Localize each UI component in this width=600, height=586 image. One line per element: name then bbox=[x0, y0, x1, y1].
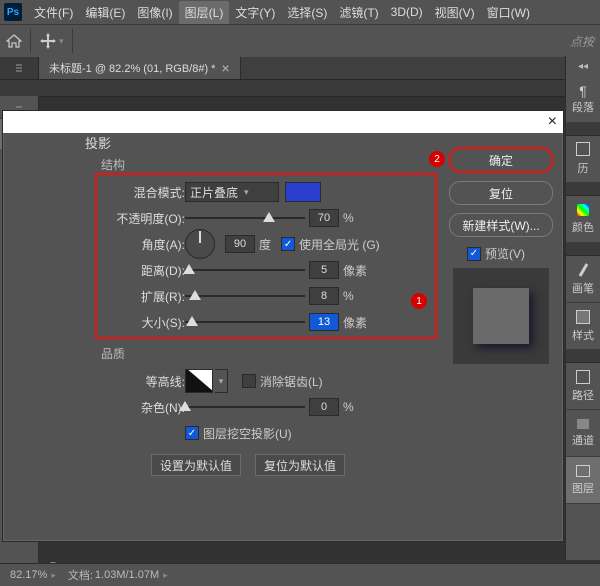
menu-filter[interactable]: 滤镜(T) bbox=[333, 1, 384, 24]
panel-styles[interactable]: 样式 bbox=[566, 303, 600, 350]
global-light-label: 使用全局光 (G) bbox=[299, 236, 380, 253]
distance-slider[interactable] bbox=[185, 263, 305, 277]
preview-checkbox[interactable]: ✓ bbox=[467, 247, 481, 261]
opacity-unit: % bbox=[343, 211, 354, 225]
doc-info-dropdown-icon[interactable]: ▸ bbox=[163, 570, 168, 581]
document-tab[interactable]: 未标题-1 @ 82.2% (01, RGB/8#) * × bbox=[39, 57, 241, 79]
options-bar: ▾ 点按 bbox=[0, 24, 600, 57]
antialias-label: 消除锯齿(L) bbox=[260, 373, 323, 390]
menu-select[interactable]: 选择(S) bbox=[281, 1, 333, 24]
panel-paths[interactable]: 路径 bbox=[566, 363, 600, 410]
panel-color[interactable]: 颜色 bbox=[566, 196, 600, 243]
spread-label: 扩展(R): bbox=[111, 288, 185, 305]
shadow-color-swatch[interactable] bbox=[285, 182, 321, 202]
panel-paragraph[interactable]: ¶段落 bbox=[566, 76, 600, 123]
home-icon[interactable] bbox=[6, 34, 22, 48]
ok-button[interactable]: 确定 bbox=[449, 147, 553, 173]
status-bar: 82.17% ▸ 文档: 1.03M/1.07M ▸ bbox=[0, 563, 600, 586]
distance-value[interactable]: 5 bbox=[309, 261, 339, 279]
new-style-button[interactable]: 新建样式(W)... bbox=[449, 213, 553, 237]
opacity-slider[interactable] bbox=[185, 211, 305, 225]
blend-mode-value: 正片叠底 bbox=[190, 184, 238, 201]
size-unit: 像素 bbox=[343, 314, 367, 331]
horizontal-ruler bbox=[0, 80, 600, 97]
menu-3d[interactable]: 3D(D) bbox=[385, 2, 429, 22]
right-panel-dock: ◂◂ ¶段落 历 颜色 画笔 样式 路径 通道 图层 bbox=[565, 56, 600, 560]
noise-unit: % bbox=[343, 400, 354, 414]
menu-type[interactable]: 文字(Y) bbox=[229, 1, 281, 24]
annotation-badge-1: 1 bbox=[411, 293, 427, 309]
reset-default-button[interactable]: 复位为默认值 bbox=[255, 454, 345, 476]
noise-label: 杂色(N): bbox=[111, 399, 185, 416]
contour-dropdown[interactable]: ▾ bbox=[215, 369, 228, 393]
panel-history[interactable]: 历 bbox=[566, 136, 600, 183]
menu-view[interactable]: 视图(V) bbox=[429, 1, 481, 24]
menu-file[interactable]: 文件(F) bbox=[28, 1, 79, 24]
doc-size: 1.03M/1.07M bbox=[95, 569, 159, 581]
panel-layers[interactable]: 图层 bbox=[566, 457, 600, 504]
contour-picker[interactable] bbox=[185, 369, 213, 393]
global-light-checkbox[interactable]: ✓ bbox=[281, 237, 295, 251]
preview-thumbnail bbox=[453, 268, 549, 364]
spread-slider[interactable] bbox=[185, 289, 305, 303]
blend-mode-select[interactable]: 正片叠底 ▾ bbox=[185, 182, 279, 202]
app-logo: Ps bbox=[4, 3, 22, 21]
knockout-label: 图层挖空投影(U) bbox=[203, 425, 292, 442]
document-tab-bar: 未标题-1 @ 82.2% (01, RGB/8#) * × bbox=[0, 57, 600, 80]
panel-channels[interactable]: 通道 bbox=[566, 410, 600, 457]
dialog-title-bar[interactable]: × bbox=[3, 111, 563, 133]
noise-value[interactable]: 0 bbox=[309, 398, 339, 416]
size-value[interactable]: 13 bbox=[309, 313, 339, 331]
angle-value[interactable]: 90 bbox=[225, 235, 255, 253]
expand-dock-icon[interactable]: ◂◂ bbox=[578, 61, 588, 72]
preview-label: 预览(V) bbox=[485, 245, 525, 262]
angle-unit: 度 bbox=[259, 236, 271, 253]
spread-value[interactable]: 8 bbox=[309, 287, 339, 305]
angle-label: 角度(A): bbox=[111, 236, 185, 253]
menu-image[interactable]: 图像(I) bbox=[131, 1, 178, 24]
tool-preset-dropdown[interactable]: ▾ bbox=[59, 36, 64, 47]
zoom-dropdown-icon[interactable]: ▸ bbox=[51, 570, 56, 581]
chevron-down-icon: ▾ bbox=[244, 187, 249, 198]
menu-window[interactable]: 窗口(W) bbox=[481, 1, 536, 24]
annotation-badge-2: 2 bbox=[429, 151, 445, 167]
menu-bar: Ps 文件(F) 编辑(E) 图像(I) 图层(L) 文字(Y) 选择(S) 滤… bbox=[0, 0, 600, 24]
distance-unit: 像素 bbox=[343, 262, 367, 279]
angle-dial[interactable] bbox=[185, 229, 215, 259]
optbar-right-text: 点按 bbox=[570, 33, 594, 50]
size-label: 大小(S): bbox=[111, 314, 185, 331]
reset-button[interactable]: 复位 bbox=[449, 181, 553, 205]
antialias-checkbox[interactable]: ✓ bbox=[242, 374, 256, 388]
quality-label: 品质 bbox=[101, 345, 431, 362]
close-icon[interactable]: × bbox=[548, 113, 557, 131]
layer-style-dialog: × 1 2 投影 结构 混合模式: 正片叠底 ▾ 不透明度(O): 70 % bbox=[2, 110, 564, 542]
blend-mode-label: 混合模式: bbox=[111, 184, 185, 201]
zoom-value[interactable]: 82.17% bbox=[10, 569, 47, 581]
set-default-button[interactable]: 设置为默认值 bbox=[151, 454, 241, 476]
opacity-value[interactable]: 70 bbox=[309, 209, 339, 227]
menu-edit[interactable]: 编辑(E) bbox=[79, 1, 131, 24]
opacity-label: 不透明度(O): bbox=[111, 210, 185, 227]
spread-unit: % bbox=[343, 289, 354, 303]
structure-label: 结构 bbox=[101, 156, 413, 173]
doc-info-label: 文档: bbox=[68, 567, 93, 583]
close-tab-icon[interactable]: × bbox=[221, 60, 229, 76]
move-tool-icon[interactable] bbox=[39, 32, 57, 50]
dialog-section-title: 投影 bbox=[85, 133, 413, 152]
menu-layer[interactable]: 图层(L) bbox=[179, 1, 230, 24]
distance-label: 距离(D): bbox=[111, 262, 185, 279]
size-slider[interactable] bbox=[185, 315, 305, 329]
panel-brushes[interactable]: 画笔 bbox=[566, 256, 600, 303]
knockout-checkbox[interactable]: ✓ bbox=[185, 426, 199, 440]
contour-label: 等高线: bbox=[111, 373, 185, 390]
noise-slider[interactable] bbox=[185, 400, 305, 414]
document-tab-label: 未标题-1 @ 82.2% (01, RGB/8#) * bbox=[49, 60, 215, 76]
